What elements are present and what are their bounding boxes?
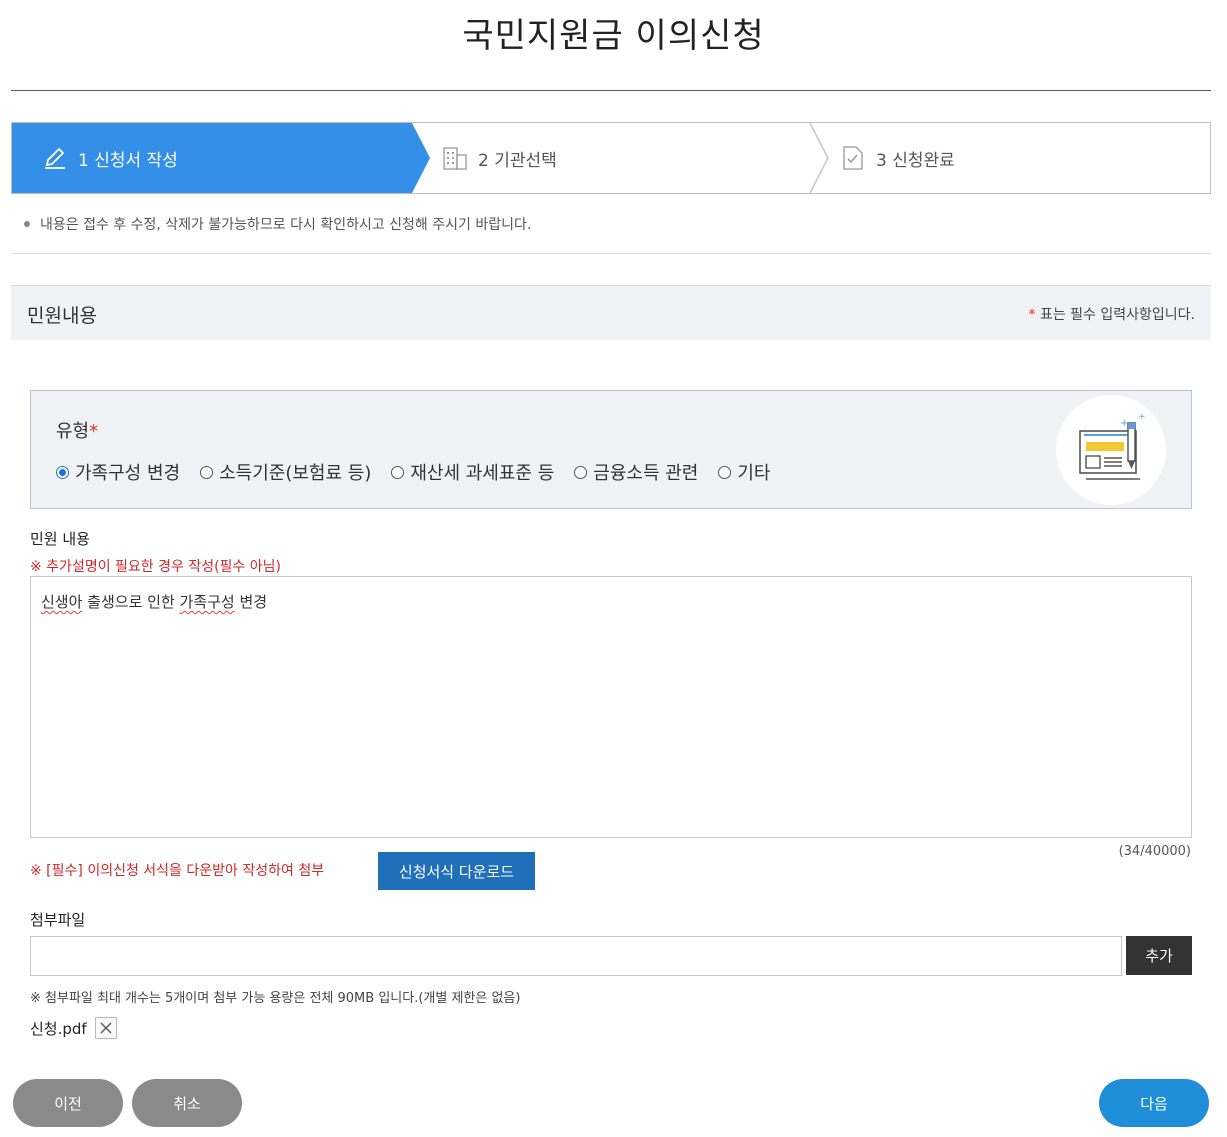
next-button[interactable]: 다음: [1099, 1079, 1209, 1127]
step-3: 3 신청완료: [840, 123, 955, 193]
radio-label: 금융소득 관련: [593, 463, 699, 484]
radio-label: 기타: [737, 463, 771, 484]
radio-icon[interactable]: [391, 465, 405, 479]
type-required-star: *: [89, 421, 99, 442]
radio-financial-income[interactable]: 금융소득 관련: [574, 459, 698, 485]
page-title: 국민지원금 이의신청: [462, 16, 765, 56]
step-separator: [809, 123, 829, 193]
download-form-button[interactable]: 신청서식 다운로드: [378, 852, 535, 890]
attachment-label: 첨부파일: [30, 911, 86, 929]
notice-divider: [11, 253, 1211, 254]
radio-income-criteria[interactable]: 소득기준(보험료 등): [200, 459, 371, 485]
attachment-limit-note: ※ 첨부파일 최대 개수는 5개이며 첨부 가능 용량은 전체 90MB 입니다…: [30, 991, 521, 1006]
step-indicator: 1 신청서 작성 2 기관선택 3 신청완료: [11, 122, 1211, 194]
radio-property-tax[interactable]: 재산세 과세표준 등: [391, 459, 554, 485]
radio-icon[interactable]: [718, 465, 732, 479]
cancel-button[interactable]: 취소: [132, 1079, 242, 1127]
radio-label: 가족구성 변경: [75, 463, 181, 484]
radio-other[interactable]: 기타: [718, 459, 771, 485]
title-divider: [11, 90, 1211, 91]
notice: 내용은 접수 후 수정, 삭제가 불가능하므로 다시 확인하시고 신청해 주시기…: [24, 214, 531, 234]
radio-selected-icon[interactable]: [56, 465, 69, 479]
document-check-icon: [840, 145, 866, 171]
type-label-text: 유형: [56, 421, 90, 442]
complaint-text-part: 출생으로 인한: [82, 593, 180, 611]
complaint-text-part: 변경: [234, 593, 268, 611]
complaint-text-part: 신생아: [41, 593, 83, 611]
prev-button[interactable]: 이전: [13, 1079, 123, 1127]
section-header: 민원내용 * 표는 필수 입력사항입니다.: [11, 285, 1211, 340]
attached-file: 신청.pdf: [30, 1017, 117, 1039]
type-radio-group: 가족구성 변경 소득기준(보험료 등) 재산세 과세표준 등 금융소득 관련 기…: [56, 459, 791, 485]
required-note: * 표는 필수 입력사항입니다.: [1029, 304, 1195, 324]
complaint-text-part: 가족구성: [179, 593, 235, 611]
step-3-label: 3 신청완료: [876, 150, 955, 171]
type-selector-box: 유형* 가족구성 변경 소득기준(보험료 등) 재산세 과세표준 등 금융소득 …: [30, 390, 1192, 509]
complaint-textarea[interactable]: 신생아 출생으로 인한 가족구성 변경: [30, 576, 1192, 838]
complaint-text[interactable]: 신생아 출생으로 인한 가족구성 변경: [41, 591, 267, 612]
radio-icon[interactable]: [200, 465, 214, 479]
type-label: 유형*: [56, 417, 98, 443]
svg-text:+: +: [1138, 412, 1146, 422]
pencil-icon: [42, 145, 68, 171]
step-1-label: 1 신청서 작성: [78, 150, 178, 171]
svg-text:+: +: [1120, 418, 1128, 429]
form-illustration-icon: + +: [1056, 395, 1166, 505]
step-2-label: 2 기관선택: [478, 150, 557, 171]
radio-icon[interactable]: [574, 465, 588, 479]
radio-label: 소득기준(보험료 등): [219, 463, 372, 484]
form-download-note: ※ [필수] 이의신청 서식을 다운받아 작성하여 첨부: [30, 863, 325, 879]
notice-text: 내용은 접수 후 수정, 삭제가 불가능하므로 다시 확인하시고 신청해 주시기…: [40, 217, 532, 233]
bullet-icon: [24, 221, 30, 227]
radio-label: 재산세 과세표준 등: [410, 463, 555, 484]
complaint-note: ※ 추가설명이 필요한 경우 작성(필수 아님): [30, 559, 281, 575]
step-2: 2 기관선택: [442, 123, 557, 193]
step-1: 1 신청서 작성: [42, 123, 178, 193]
add-file-button[interactable]: 추가: [1126, 936, 1192, 975]
complaint-label: 민원 내용: [30, 530, 90, 548]
section-title: 민원내용: [27, 305, 97, 327]
required-note-text: 표는 필수 입력사항입니다.: [1039, 307, 1195, 323]
radio-family-change[interactable]: 가족구성 변경: [56, 459, 180, 485]
building-icon: [442, 145, 468, 171]
character-counter: (34/40000): [1118, 844, 1191, 859]
required-star: *: [1028, 307, 1036, 323]
attachment-input[interactable]: [30, 936, 1122, 976]
remove-file-icon[interactable]: [94, 1017, 117, 1039]
step-arrows: [12, 123, 829, 193]
attached-file-name: 신청.pdf: [30, 1019, 87, 1038]
